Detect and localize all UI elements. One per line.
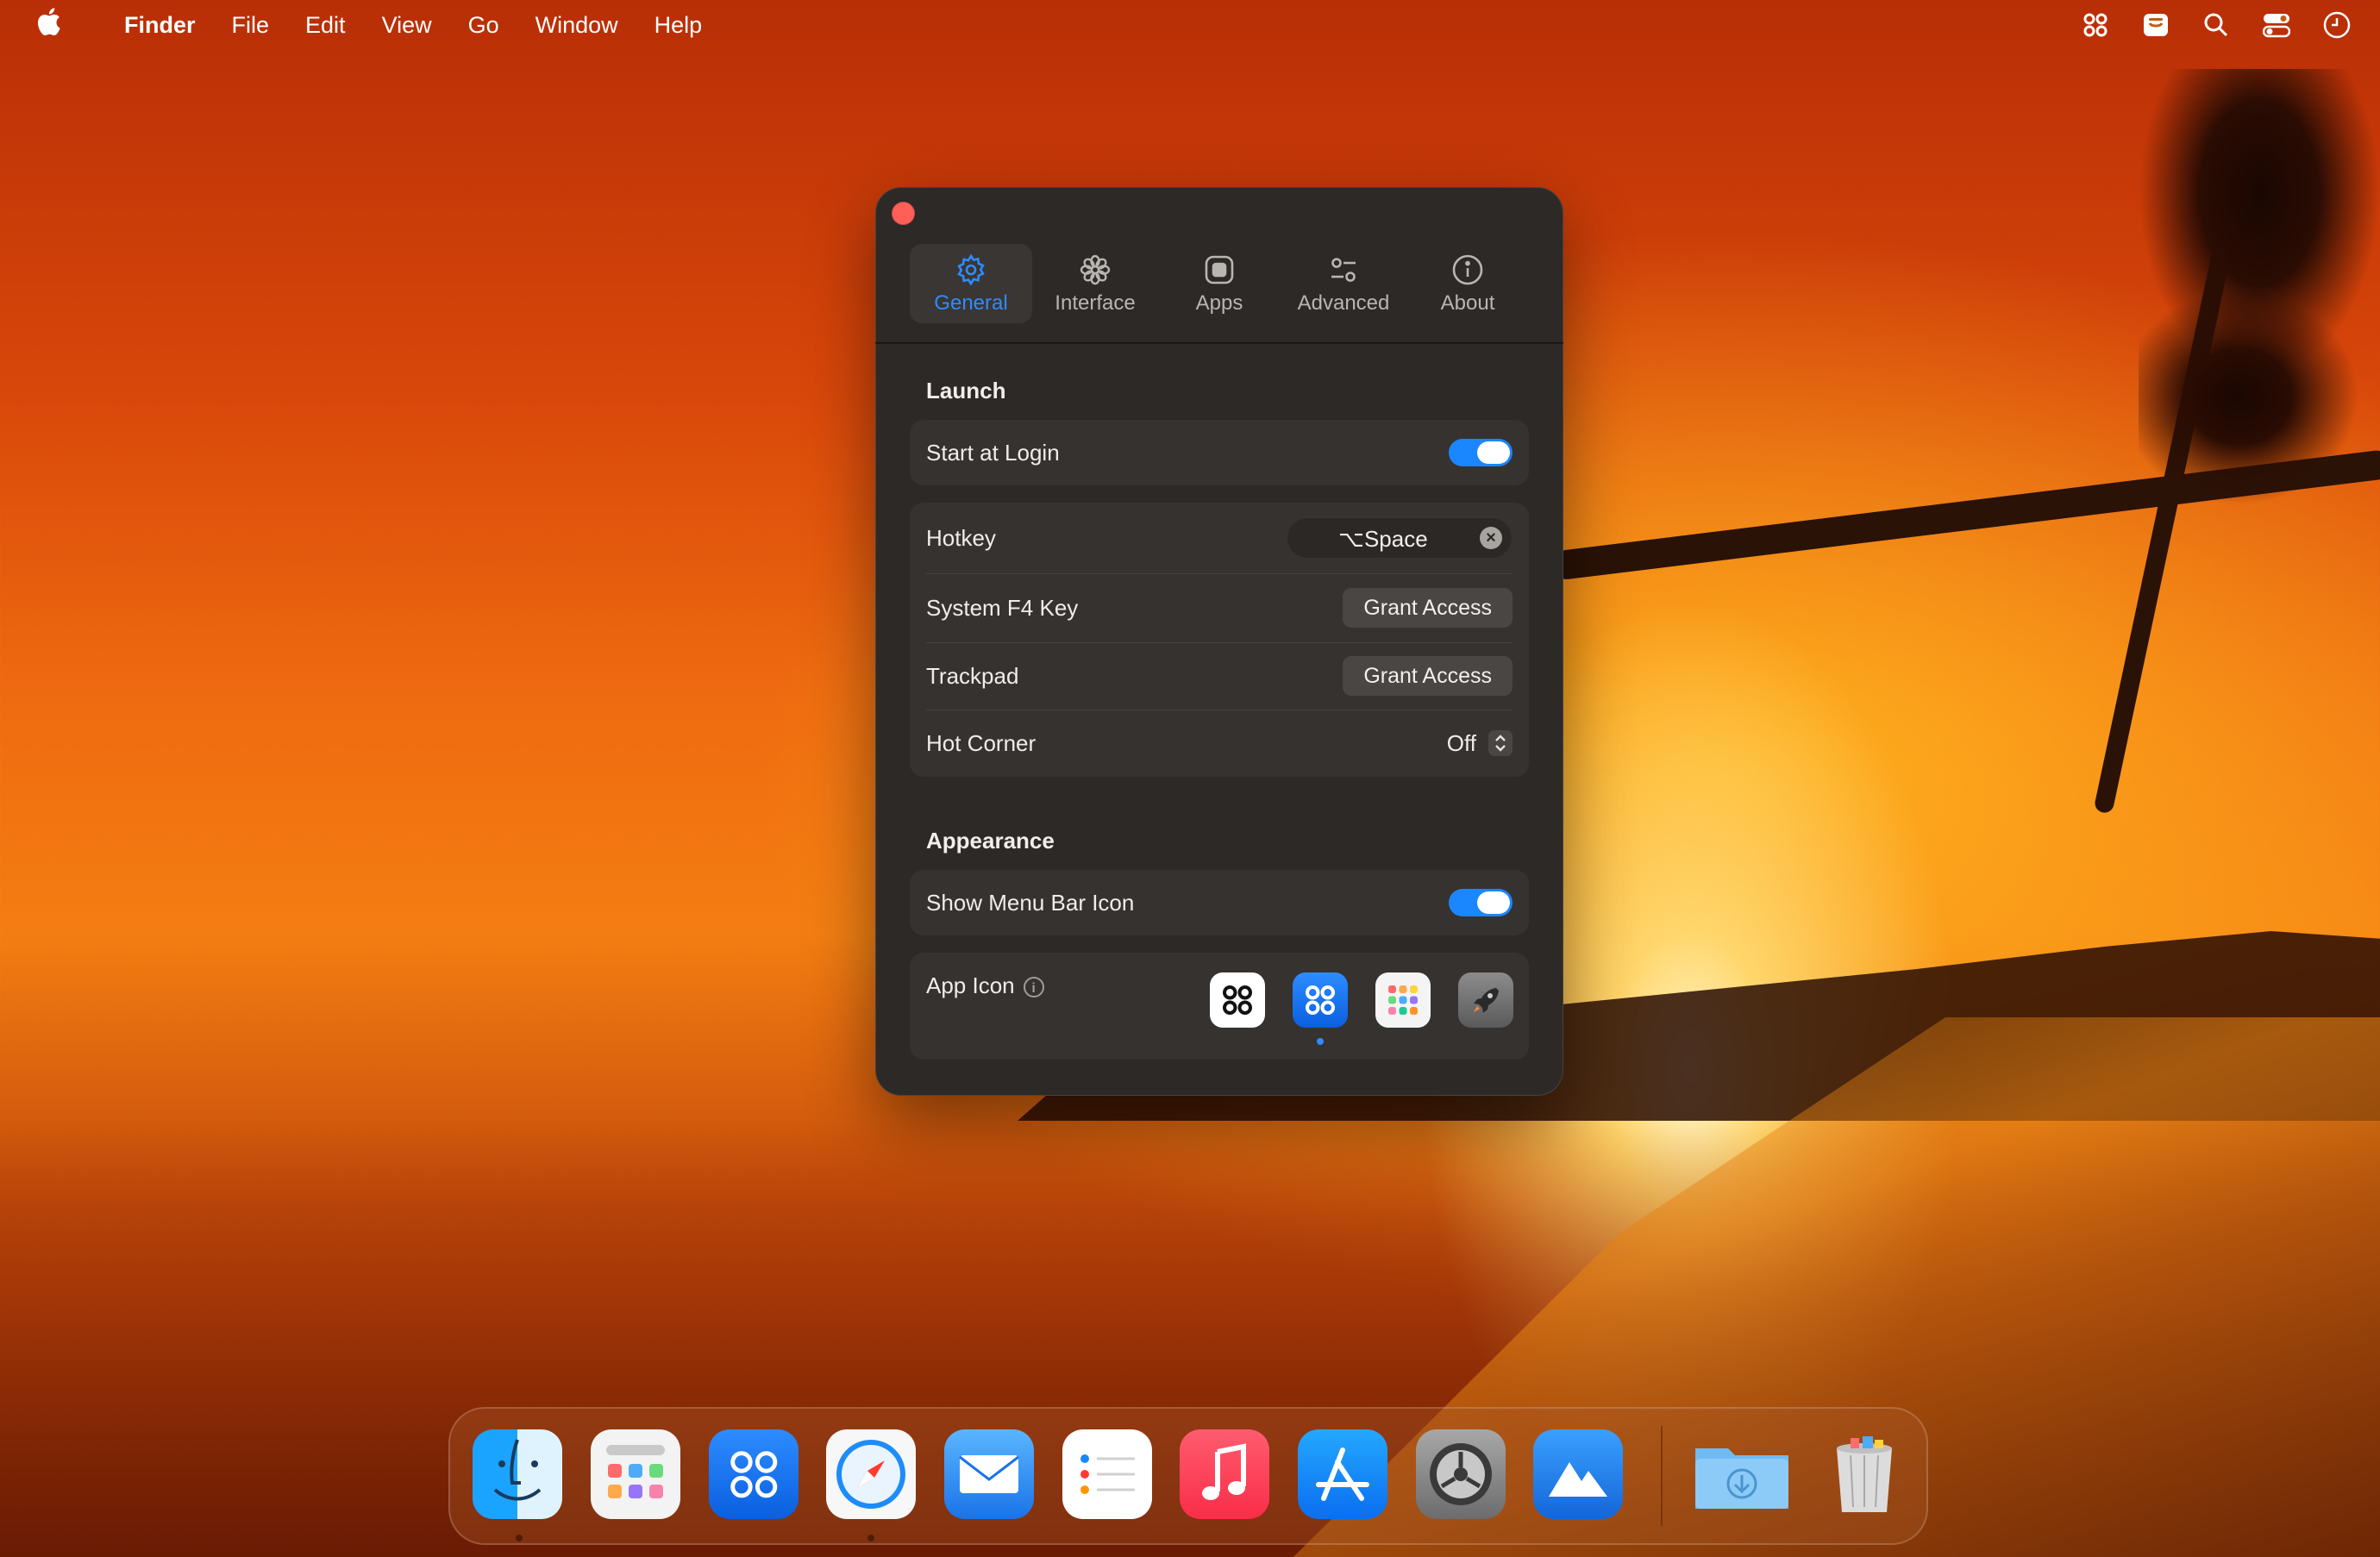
close-button[interactable] xyxy=(892,202,915,225)
system-settings-icon[interactable] xyxy=(1416,1429,1506,1519)
app-square-icon xyxy=(1201,252,1237,288)
running-indicator xyxy=(516,1535,523,1541)
hot-corner-value: Off xyxy=(1446,729,1476,756)
mountain-app-icon[interactable] xyxy=(1533,1429,1623,1519)
panel-icon[interactable] xyxy=(2139,8,2173,42)
menu-go[interactable]: Go xyxy=(468,12,499,39)
safari-icon[interactable] xyxy=(826,1429,916,1519)
menu-bar: Finder File Edit View Go Window Help xyxy=(0,0,2380,50)
menu-edit[interactable]: Edit xyxy=(305,12,346,39)
menu-view[interactable]: View xyxy=(382,12,432,39)
gear-icon xyxy=(953,252,989,288)
system-f4-row: System F4 Key Grant Access xyxy=(910,573,1529,642)
show-menu-bar-icon-row: Show Menu Bar Icon xyxy=(910,870,1529,935)
status-area xyxy=(2078,0,2380,50)
settings-window: General Interface Apps Advanced About La… xyxy=(875,187,1563,1096)
system-f4-label: System F4 Key xyxy=(926,594,1079,621)
launchpad-icon[interactable] xyxy=(591,1429,680,1519)
show-menu-bar-icon-toggle[interactable] xyxy=(1449,889,1513,916)
menu-bar-icon-group: Show Menu Bar Icon xyxy=(910,870,1529,935)
menu-window[interactable]: Window xyxy=(536,12,618,39)
dock-separator xyxy=(1661,1426,1663,1526)
app-icon-group: App Icon i xyxy=(910,953,1529,1060)
tab-advanced[interactable]: Advanced xyxy=(1282,244,1405,323)
command-icon[interactable] xyxy=(2078,8,2113,42)
tab-apps[interactable]: Apps xyxy=(1158,244,1281,323)
tab-advanced-label: Advanced xyxy=(1297,291,1390,315)
launch-section-title: Launch xyxy=(926,378,1006,403)
running-indicator xyxy=(867,1535,874,1541)
launch-options-group: Hotkey ⌥Space × System F4 Key Grant Acce… xyxy=(910,503,1529,777)
music-icon[interactable] xyxy=(1180,1429,1269,1519)
selected-indicator xyxy=(1317,1038,1324,1045)
wallpaper-palm-leaves-2 xyxy=(2139,285,2363,509)
command-app-icon[interactable] xyxy=(709,1429,799,1519)
start-at-login-toggle[interactable] xyxy=(1449,439,1513,466)
hotkey-row: Hotkey ⌥Space × xyxy=(910,503,1529,573)
toolbar-divider xyxy=(875,342,1563,344)
tab-about-label: About xyxy=(1440,291,1495,315)
white-command-icon[interactable] xyxy=(1210,972,1265,1028)
chevron-up-down-icon xyxy=(1488,730,1513,756)
app-store-icon[interactable] xyxy=(1298,1429,1387,1519)
mail-icon[interactable] xyxy=(944,1429,1034,1519)
hot-corner-popup[interactable]: Off xyxy=(1447,724,1513,762)
menu-file[interactable]: File xyxy=(232,12,270,39)
hot-corner-row: Hot Corner Off xyxy=(910,710,1529,777)
tab-about[interactable]: About xyxy=(1406,244,1529,323)
hotkey-field[interactable]: ⌥Space × xyxy=(1287,517,1513,559)
app-icon-options xyxy=(1182,972,1513,1045)
appearance-section-title: Appearance xyxy=(926,828,1055,854)
tab-general[interactable]: General xyxy=(910,244,1032,323)
rocket-icon[interactable] xyxy=(1458,972,1513,1028)
app-icon-label: App Icon i xyxy=(926,972,1044,999)
tab-interface-label: Interface xyxy=(1055,291,1136,315)
info-icon[interactable]: i xyxy=(1023,976,1044,997)
start-at-login-row: Start at Login xyxy=(910,420,1529,485)
clear-hotkey-icon[interactable]: × xyxy=(1480,527,1502,549)
start-at-login-label: Start at Login xyxy=(926,439,1060,466)
hotkey-label: Hotkey xyxy=(926,524,996,551)
clock-icon[interactable] xyxy=(2320,8,2354,42)
app-icon-label-text: App Icon xyxy=(926,972,1015,998)
blue-command-icon[interactable] xyxy=(1293,972,1348,1045)
search-icon[interactable] xyxy=(2199,8,2233,42)
trash-icon[interactable] xyxy=(1819,1429,1909,1519)
menu-help[interactable]: Help xyxy=(654,12,703,39)
finder-icon[interactable] xyxy=(473,1429,562,1519)
apple-menu-icon[interactable] xyxy=(33,7,64,44)
control-center-icon[interactable] xyxy=(2259,8,2294,42)
start-login-group: Start at Login xyxy=(910,420,1529,485)
info-icon xyxy=(1450,252,1486,288)
trackpad-grant-access-button[interactable]: Grant Access xyxy=(1343,656,1513,696)
trackpad-label: Trackpad xyxy=(926,662,1019,689)
tab-general-label: General xyxy=(934,291,1008,315)
menu-app-name[interactable]: Finder xyxy=(124,12,196,39)
show-menu-bar-icon-label: Show Menu Bar Icon xyxy=(926,889,1135,916)
reminders-icon[interactable] xyxy=(1062,1429,1152,1519)
settings-toolbar: General Interface Apps Advanced About xyxy=(910,244,1531,347)
color-grid-icon[interactable] xyxy=(1375,972,1431,1028)
dock xyxy=(448,1407,1928,1545)
tab-interface[interactable]: Interface xyxy=(1034,244,1156,323)
downloads-folder-icon[interactable] xyxy=(1690,1429,1794,1519)
hotkey-value: ⌥Space xyxy=(1338,526,1428,552)
sliders-icon xyxy=(1325,252,1362,288)
system-f4-grant-access-button[interactable]: Grant Access xyxy=(1343,588,1513,628)
hot-corner-label: Hot Corner xyxy=(926,729,1037,756)
tab-apps-label: Apps xyxy=(1195,291,1243,315)
flower-icon xyxy=(1077,252,1113,288)
trackpad-row: Trackpad Grant Access xyxy=(910,642,1529,710)
